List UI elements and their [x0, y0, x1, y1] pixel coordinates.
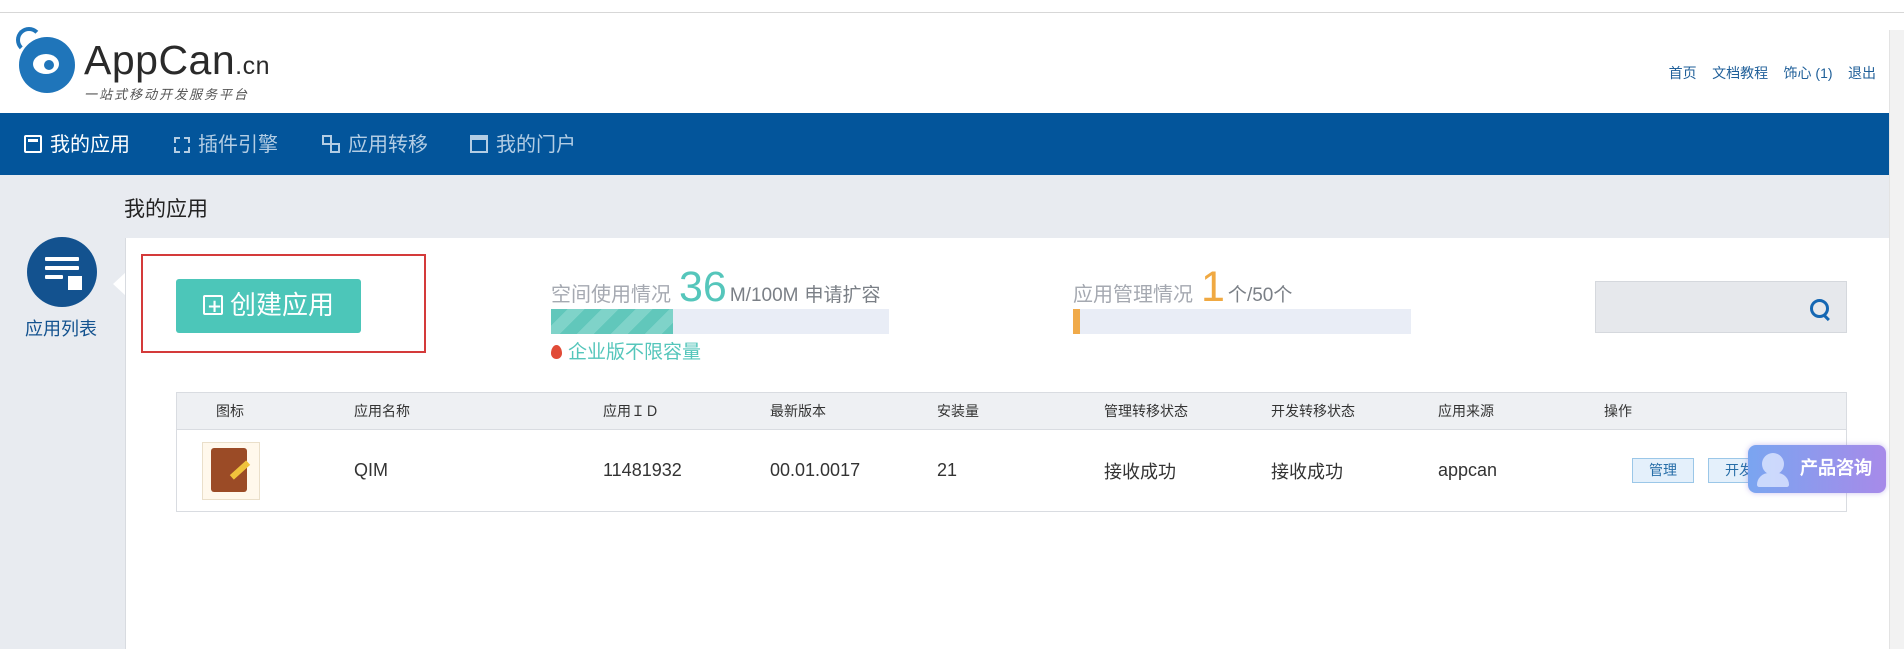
header-source: 应用来源 [1438, 403, 1494, 419]
manage-button[interactable]: 管理 [1632, 458, 1694, 483]
space-used-value: 36 [679, 263, 727, 311]
nav-label: 我的应用 [50, 132, 130, 156]
apply-expand-link[interactable]: 申请扩容 [804, 285, 880, 306]
transfer-icon [322, 135, 340, 153]
nav-item-app-transfer[interactable]: 应用转移 [322, 113, 428, 175]
list-icon-line [45, 275, 63, 279]
space-usage-bar [551, 309, 889, 334]
manage-transfer-status: 接收成功 [1104, 461, 1176, 482]
app-icon-cell [177, 430, 355, 512]
space-usage: 空间使用情况 36 M/100M 申请扩容 [551, 263, 881, 312]
search-icon[interactable] [1810, 299, 1829, 318]
main-nav: 我的应用 插件引擎 应用转移 我的门户 [0, 113, 1904, 175]
user-icon [1757, 453, 1789, 487]
list-icon-line [45, 257, 79, 261]
create-app-label: 创建应用 [229, 291, 334, 321]
sidebar-item-app-list[interactable]: 应用列表 [25, 315, 97, 341]
nav-item-plugin-engine[interactable]: 插件引擎 [174, 113, 278, 175]
dev-transfer-status: 接收成功 [1271, 461, 1343, 482]
notebook-app-icon[interactable] [202, 441, 260, 500]
list-icon-line [45, 266, 79, 270]
logo-eye-icon [19, 37, 75, 93]
app-usage-bar [1073, 309, 1411, 334]
app-id: 11481932 [603, 460, 682, 480]
list-icon-square [66, 274, 84, 292]
header-version: 最新版本 [770, 403, 826, 419]
app-table: 图标 应用名称 应用ＩＤ 最新版本 安装量 管理转移状态 开发转移状态 应用来源… [176, 392, 1847, 512]
app-used-value: 1 [1201, 263, 1225, 311]
nav-label: 插件引擎 [198, 132, 278, 156]
app-total: /50个 [1246, 285, 1293, 306]
nav-label: 我的门户 [496, 132, 576, 156]
logout-link[interactable]: 退出 [1848, 65, 1876, 81]
product-consult-button[interactable]: 产品咨询 [1748, 445, 1886, 493]
space-usage-label: 空间使用情况 [551, 284, 671, 306]
top-border [0, 0, 1904, 13]
app-usage: 应用管理情况 1 个/50个 [1073, 263, 1292, 312]
header-dev-status: 开发转移状态 [1271, 403, 1355, 419]
space-total: M/100M [729, 285, 799, 306]
list-icon[interactable] [27, 237, 97, 307]
nav-item-my-apps[interactable]: 我的应用 [24, 113, 130, 175]
app-installs: 21 [937, 460, 958, 480]
logo-wordmark: AppCan.cn [84, 37, 271, 83]
table-header-row: 图标 应用名称 应用ＩＤ 最新版本 安装量 管理转移状态 开发转移状态 应用来源… [176, 392, 1847, 430]
appcan-logo[interactable]: AppCan.cn 一站式移动开发服务平台 [14, 23, 284, 105]
search-box [1595, 281, 1847, 333]
app-icon [24, 135, 42, 153]
home-link[interactable]: 首页 [1669, 65, 1697, 81]
top-links: 首页 文档教程 饰心 (1) 退出 [1658, 63, 1876, 83]
portal-icon [470, 135, 488, 153]
site-header: AppCan.cn 一站式移动开发服务平台 首页 文档教程 饰心 (1) 退出 [0, 13, 1904, 113]
consult-label: 产品咨询 [1800, 458, 1872, 479]
add-app-icon [202, 280, 223, 334]
enterprise-note-text: 企业版不限容量 [568, 342, 702, 363]
header-installs: 安装量 [937, 403, 979, 419]
app-used-unit: 个 [1227, 285, 1247, 306]
user-link[interactable]: 饰心 (1) [1784, 65, 1833, 81]
logo-slogan: 一站式移动开发服务平台 [84, 88, 250, 103]
scrollbar[interactable] [1889, 30, 1904, 649]
header-manage-status: 管理转移状态 [1104, 403, 1188, 419]
app-name[interactable]: QIM [354, 430, 603, 512]
create-app-button[interactable]: 创建应用 [176, 279, 361, 334]
app-usage-fill [1073, 309, 1080, 334]
app-source: appcan [1438, 460, 1498, 480]
table-row: QIM 11481932 00.01.0017 21 接收成功 接收成功 app… [176, 429, 1847, 512]
space-usage-fill [551, 309, 673, 334]
plugin-icon [174, 137, 190, 153]
search-input[interactable] [1596, 282, 1808, 332]
header-icon: 图标 [216, 403, 244, 419]
page-title: 我的应用 [124, 197, 208, 221]
header-app-name: 应用名称 [354, 403, 410, 419]
app-usage-label: 应用管理情况 [1073, 284, 1193, 306]
app-version: 00.01.0017 [770, 460, 861, 480]
header-app-id: 应用ＩＤ [603, 403, 659, 419]
nav-item-my-portal[interactable]: 我的门户 [470, 113, 576, 175]
enterprise-unlimited-note: 企业版不限容量 [551, 337, 701, 364]
drop-icon [551, 345, 562, 359]
nav-label: 应用转移 [348, 132, 428, 156]
header-actions: 操作 [1604, 403, 1632, 419]
docs-link[interactable]: 文档教程 [1712, 65, 1768, 81]
